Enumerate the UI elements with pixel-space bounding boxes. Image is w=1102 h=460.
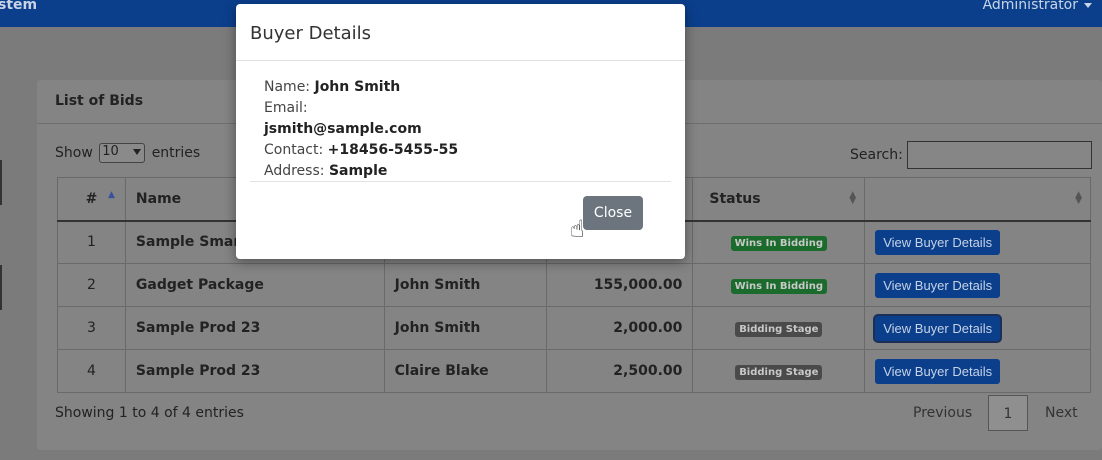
cell-name: Sample Prod 23 <box>124 306 385 350</box>
entries-length-control: Show 10 entries <box>55 143 200 163</box>
user-menu-label: Administrator <box>982 0 1078 13</box>
search-label: Search: <box>850 147 903 163</box>
buyer-contact-line: Contact: +18456-5455-55 <box>264 140 458 161</box>
pagination-page-1[interactable]: 1 <box>988 395 1028 431</box>
cell-buyer: John Smith <box>383 263 548 307</box>
status-badge: Wins In Bidding <box>730 278 827 294</box>
cell-number: 4 <box>57 349 126 393</box>
sort-icon: ▲ ▼ <box>849 190 857 206</box>
table-row: 2 Gadget Package John Smith 155,000.00 W… <box>57 263 1091 307</box>
cell-name: Sample Prod 23 <box>124 349 385 393</box>
sidebar-edge <box>0 265 2 310</box>
contact-label: Contact: <box>264 142 324 158</box>
cell-status: Wins In Bidding <box>692 263 866 307</box>
status-badge: Bidding Stage <box>735 321 823 337</box>
address-value: Sample <box>328 163 388 179</box>
cell-amount: 2,500.00 <box>546 349 694 393</box>
sort-asc-icon: ▲ <box>108 190 115 200</box>
modal-title: Buyer Details <box>250 23 372 44</box>
show-label: Show <box>55 145 93 161</box>
pagination-next[interactable]: Next <box>1045 395 1078 431</box>
sidebar-edge <box>0 160 2 205</box>
cell-status: Bidding Stage <box>692 349 866 393</box>
cell-name: Gadget Package <box>124 263 385 307</box>
name-label: Name: <box>264 79 311 95</box>
view-buyer-details-button[interactable]: View Buyer Details <box>875 358 1001 384</box>
entries-select[interactable]: 10 <box>99 143 146 163</box>
column-header-label: Status <box>709 190 761 207</box>
caret-down-icon <box>133 149 142 155</box>
modal-footer-divider <box>250 181 671 182</box>
cell-action: View Buyer Details <box>864 306 1091 350</box>
cell-buyer: Claire Blake <box>383 349 548 393</box>
cell-number: 1 <box>57 220 126 264</box>
pagination-previous[interactable]: Previous <box>913 395 972 431</box>
column-header-label: # <box>85 190 98 207</box>
status-badge: Bidding Stage <box>735 364 823 380</box>
view-buyer-details-button[interactable]: View Buyer Details <box>875 229 1001 255</box>
buyer-name-line: Name: John Smith <box>264 77 458 98</box>
column-header-label: Name <box>135 190 182 207</box>
view-buyer-details-button[interactable]: View Buyer Details <box>875 315 1001 341</box>
close-button[interactable]: Close <box>583 196 643 230</box>
table-row: 3 Sample Prod 23 John Smith 2,000.00 Bid… <box>57 306 1091 350</box>
column-header-number[interactable]: # ▲ <box>57 177 126 222</box>
name-value: John Smith <box>314 79 401 95</box>
cell-status: Wins In Bidding <box>692 220 866 264</box>
column-header-action[interactable]: ▲ ▼ <box>864 177 1091 222</box>
entries-select-value: 10 <box>102 144 119 159</box>
email-label: Email: <box>264 100 308 116</box>
sort-icon: ▲ ▼ <box>1075 190 1082 206</box>
modal-header-divider <box>236 60 685 61</box>
cell-number: 2 <box>57 263 126 307</box>
cell-buyer: John Smith <box>383 306 548 350</box>
cell-status: Bidding Stage <box>692 306 866 350</box>
cell-action: View Buyer Details <box>864 349 1091 393</box>
caret-down-icon <box>1084 2 1092 8</box>
hand-pointer-icon: ☝ <box>570 215 585 243</box>
modal-body: Name: John Smith Email: jsmith@sample.co… <box>264 77 458 182</box>
cell-amount: 2,000.00 <box>546 306 694 350</box>
card-title: List of Bids <box>55 93 144 109</box>
cell-number: 3 <box>57 306 126 350</box>
email-value: jsmith@sample.com <box>264 121 422 137</box>
cell-action: View Buyer Details <box>864 263 1091 307</box>
view-buyer-details-button[interactable]: View Buyer Details <box>875 272 1001 298</box>
buyer-address-line: Address: Sample <box>264 161 458 182</box>
entries-label: entries <box>151 145 201 161</box>
cell-amount: 155,000.00 <box>546 263 694 307</box>
table-row: 4 Sample Prod 23 Claire Blake 2,500.00 B… <box>57 349 1091 393</box>
search-input[interactable] <box>907 141 1092 169</box>
cell-action: View Buyer Details <box>864 220 1091 264</box>
column-header-status[interactable]: Status ▲ ▼ <box>692 177 866 222</box>
user-menu[interactable]: Administrator <box>983 0 1092 13</box>
address-label: Address: <box>264 163 325 179</box>
table-info: Showing 1 to 4 of 4 entries <box>55 405 244 421</box>
status-badge: Wins In Bidding <box>730 235 827 251</box>
brand-title[interactable]: stem <box>0 0 37 13</box>
buyer-details-modal: Buyer Details Name: John Smith Email: js… <box>236 4 685 259</box>
contact-value: +18456-5455-55 <box>327 142 459 158</box>
